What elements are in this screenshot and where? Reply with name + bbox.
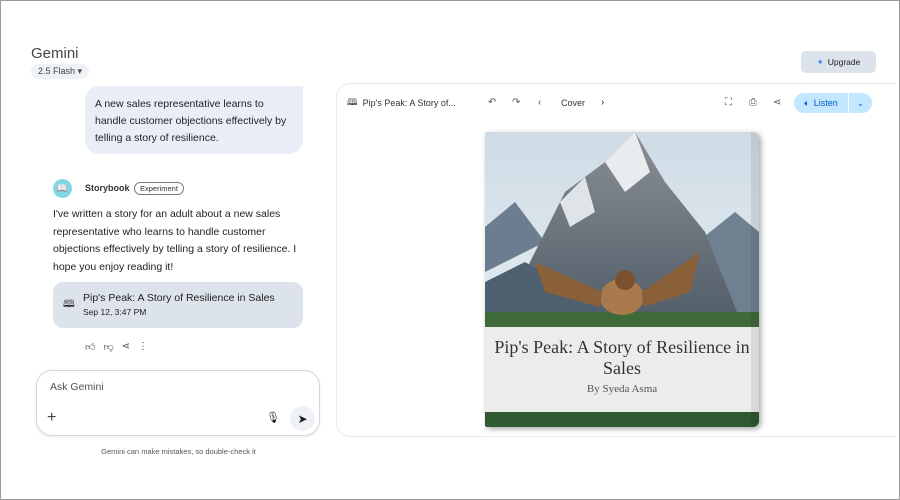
- story-card-title: Pip's Peak: A Story of Resilience in Sal…: [83, 292, 275, 304]
- model-selector[interactable]: 2.5 Flash ▾: [31, 64, 90, 79]
- listen-label: Listen: [813, 98, 838, 108]
- listen-button[interactable]: 🔈︎ Listen: [794, 93, 848, 113]
- story-card[interactable]: 🕮 Pip's Peak: A Story of Resilience in S…: [53, 282, 303, 328]
- send-button[interactable]: ➤: [290, 406, 315, 431]
- share-icon[interactable]: ⋖: [122, 341, 130, 353]
- print-icon[interactable]: ⎙: [749, 97, 757, 108]
- experiment-badge: Experiment: [134, 182, 184, 195]
- response-actions: 👍︎ 👎︎ ⋖ ⋮: [85, 341, 148, 353]
- agent-reply: I've written a story for an adult about …: [53, 208, 297, 273]
- prompt-input[interactable]: Ask Gemini: [50, 381, 104, 393]
- user-message: A new sales representative learns to han…: [85, 86, 303, 154]
- book-icon: 📖: [56, 183, 69, 193]
- storybook-avatar: 📖: [53, 179, 72, 198]
- book-icon: 🕮: [63, 299, 75, 310]
- book-cover[interactable]: Pip's Peak: A Story of Resilience in Sal…: [485, 132, 759, 427]
- app-title: Gemini: [31, 45, 79, 62]
- viewer-title-group: 🕮 Pip's Peak: A Story of...: [347, 93, 456, 113]
- next-page-icon[interactable]: ›: [601, 97, 604, 108]
- chevron-down-icon: ▾: [77, 66, 83, 76]
- plus-icon[interactable]: +: [47, 409, 56, 427]
- send-icon: ➤: [297, 411, 308, 426]
- story-card-date: Sep 12, 3:47 PM: [83, 307, 147, 317]
- mic-icon[interactable]: 🎙︎: [266, 411, 280, 424]
- fullscreen-icon[interactable]: ⛶: [725, 97, 732, 108]
- listen-options-button[interactable]: ⌄: [849, 93, 872, 113]
- book-icon: 🕮: [347, 97, 358, 107]
- redo-icon[interactable]: ↷: [512, 97, 520, 108]
- agent-name: Storybook: [85, 183, 130, 193]
- upgrade-label: Upgrade: [827, 57, 861, 67]
- viewer-title: Pip's Peak: A Story of...: [362, 98, 456, 108]
- upgrade-button[interactable]: ✦ Upgrade: [801, 51, 876, 73]
- previous-page-icon[interactable]: ‹: [538, 97, 541, 108]
- share-icon[interactable]: ⋖: [773, 97, 781, 108]
- speaker-icon: 🔈︎: [804, 97, 810, 108]
- disclaimer: Gemini can make mistakes, so double-chec…: [101, 447, 256, 456]
- more-vert-icon[interactable]: ⋮: [138, 341, 148, 353]
- chevron-down-icon: ⌄: [857, 98, 864, 108]
- page-label: Cover: [561, 98, 586, 108]
- thumbs-down-icon[interactable]: 👎︎: [103, 341, 113, 353]
- book-author: By Syeda Asma: [586, 383, 658, 395]
- model-label: 2.5 Flash: [38, 66, 76, 76]
- book-title: Pip's Peak: A Story of Resilience in Sal…: [494, 337, 750, 378]
- prompt-box[interactable]: Ask Gemini + 🎙︎ ➤: [36, 370, 320, 436]
- undo-icon[interactable]: ↶: [488, 97, 496, 108]
- sparkle-icon: ✦: [816, 56, 824, 67]
- thumbs-up-icon[interactable]: 👍︎: [85, 341, 95, 353]
